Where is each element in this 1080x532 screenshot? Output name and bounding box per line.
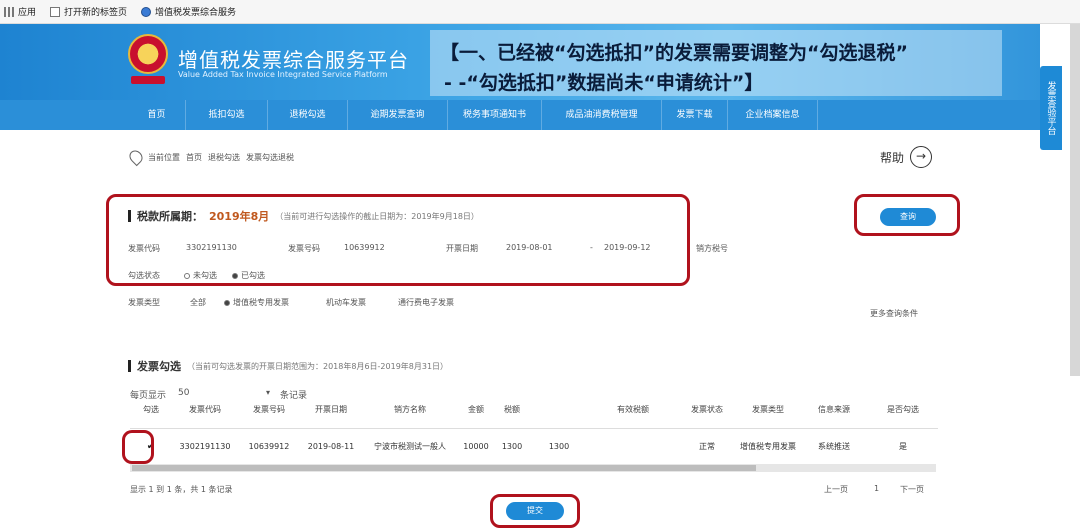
table-horizontal-scrollbar[interactable]	[130, 464, 936, 472]
checkbox-highlight-box	[122, 430, 154, 464]
page-number[interactable]: 1	[874, 484, 879, 493]
type-radio-vehicle[interactable]: 机动车发票	[326, 297, 366, 308]
invoice-code-field[interactable]: 3302191130	[186, 243, 237, 252]
breadcrumb-home[interactable]: 首页	[186, 152, 202, 163]
next-page-button[interactable]: 下一页	[900, 484, 924, 495]
nav-oil-tax[interactable]: 成品油消费税管理	[542, 100, 662, 130]
location-pin-icon	[126, 147, 146, 167]
nav-overdue-query[interactable]: 逾期发票查询	[348, 100, 448, 130]
table-row[interactable]: ✔ 3302191130 10639912 2019-08-11 宁波市税测试一…	[130, 428, 938, 464]
invoice-selection-section: 发票勾选 （当前可勾选发票的开票日期范围为：2018年8月6日-2019年8月3…	[128, 358, 448, 374]
globe-icon	[141, 6, 152, 17]
tax-period-section: 税款所属期： 2019年8月 （当前可进行勾选操作的截止日期为：2019年9月1…	[128, 208, 479, 224]
nav-invoice-download[interactable]: 发票下载	[662, 100, 728, 130]
type-radio-all[interactable]: 全部	[190, 297, 206, 308]
invoice-number-field[interactable]: 10639912	[344, 243, 385, 252]
date-to-field[interactable]: 2019-09-12	[604, 243, 651, 252]
status-radio-unselected[interactable]: 未勾选	[184, 270, 217, 281]
site-title: 增值税发票综合服务平台	[178, 48, 409, 72]
notice-line-1: 【一、已经被“勾选抵扣”的发票需要调整为“勾选退税”	[440, 42, 908, 64]
per-page-select[interactable]: 50	[178, 388, 189, 398]
radio-icon	[184, 272, 190, 279]
bookmark-bar: 应用 打开新的标签页 增值税发票综合服务	[0, 0, 1080, 24]
notice-line-2: - -“勾选抵扣”数据尚未“申请统计”】	[444, 72, 764, 94]
page-scrollbar[interactable]	[1070, 24, 1080, 376]
date-from-field[interactable]: 2019-08-01	[506, 243, 553, 252]
site-subtitle: Value Added Tax Invoice Integrated Servi…	[178, 70, 388, 79]
notice-overlay: 【一、已经被“勾选抵扣”的发票需要调整为“勾选退税” - -“勾选抵扣”数据尚未…	[430, 30, 1002, 96]
apps-icon	[4, 6, 14, 17]
nav-refund-select[interactable]: 退税勾选	[268, 100, 348, 130]
nav-tax-notice[interactable]: 税务事项通知书	[448, 100, 542, 130]
radio-checked-icon	[232, 272, 238, 279]
arrow-right-icon: →	[910, 146, 933, 168]
status-radio-selected[interactable]: 已勾选	[232, 270, 265, 281]
pagination-info: 显示 1 到 1 条，共 1 条记录	[130, 485, 233, 494]
tax-emblem-logo	[128, 34, 172, 84]
nav-enterprise-info[interactable]: 企业档案信息	[728, 100, 818, 130]
breadcrumb: 当前位置 首页 退税勾选 发票勾选退税	[126, 147, 294, 167]
type-radio-special-vat[interactable]: 增值税专用发票	[224, 297, 289, 308]
bookmark-apps[interactable]: 应用	[4, 5, 36, 18]
bookmark-vat-service[interactable]: 增值税发票综合服务	[141, 5, 236, 18]
page-icon	[50, 6, 61, 17]
help-link[interactable]: 帮助 →	[880, 146, 933, 168]
tax-period-value: 2019年8月	[209, 210, 270, 223]
radio-checked-icon	[224, 299, 230, 306]
table-header: 勾选 发票代码 发票号码 开票日期 销方名称 金额 税额 有效税额 发票状态 发…	[143, 405, 919, 414]
chevron-down-icon[interactable]: ▾	[266, 388, 270, 397]
bookmark-new-tab[interactable]: 打开新的标签页	[50, 5, 127, 18]
prev-page-button[interactable]: 上一页	[824, 484, 848, 495]
nav-home[interactable]: 首页	[128, 100, 186, 130]
more-query-conditions-link[interactable]: 更多查询条件	[870, 308, 918, 319]
invoice-verify-side-tab[interactable]: 发票查验平台	[1040, 66, 1062, 150]
submit-button[interactable]: 提交	[506, 502, 564, 520]
nav-deduction-select[interactable]: 抵扣勾选	[186, 100, 268, 130]
site-header: 增值税发票综合服务平台 Value Added Tax Invoice Inte…	[0, 24, 1040, 100]
main-nav: 首页 抵扣勾选 退税勾选 逾期发票查询 税务事项通知书 成品油消费税管理 发票下…	[0, 100, 1040, 130]
query-button[interactable]: 查询	[880, 208, 936, 226]
type-radio-toll[interactable]: 通行费电子发票	[398, 297, 454, 308]
